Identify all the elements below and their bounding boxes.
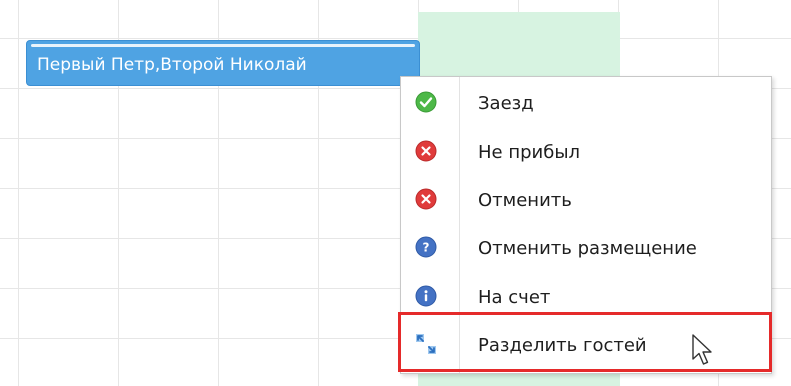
menu-item-label: Заезд [478, 93, 534, 114]
question-circle-icon: ? [415, 236, 437, 258]
menu-item-check-in[interactable]: Заезд [401, 79, 771, 127]
menu-item-label: Отменить размещение [478, 238, 697, 259]
menu-item-label: Не прибыл [478, 142, 581, 163]
mouse-cursor-icon [692, 334, 712, 365]
svg-text:?: ? [423, 241, 430, 255]
menu-item-label: Отменить [478, 190, 572, 211]
menu-item-cancel-placement[interactable]: ? Отменить размещение [401, 224, 771, 272]
booking-guests-label: Первый Петр,Второй Николай [37, 55, 307, 75]
x-circle-icon [415, 188, 437, 210]
check-circle-icon [415, 91, 437, 113]
menu-item-no-show[interactable]: Не прибыл [401, 128, 771, 176]
x-circle-icon [415, 140, 437, 162]
booking-bar[interactable]: Первый Петр,Второй Николай [26, 40, 420, 86]
menu-item-cancel[interactable]: Отменить [401, 176, 771, 224]
info-circle-icon [415, 285, 437, 307]
booking-resize-handle[interactable] [31, 44, 415, 47]
menu-item-label: На счет [478, 287, 551, 308]
